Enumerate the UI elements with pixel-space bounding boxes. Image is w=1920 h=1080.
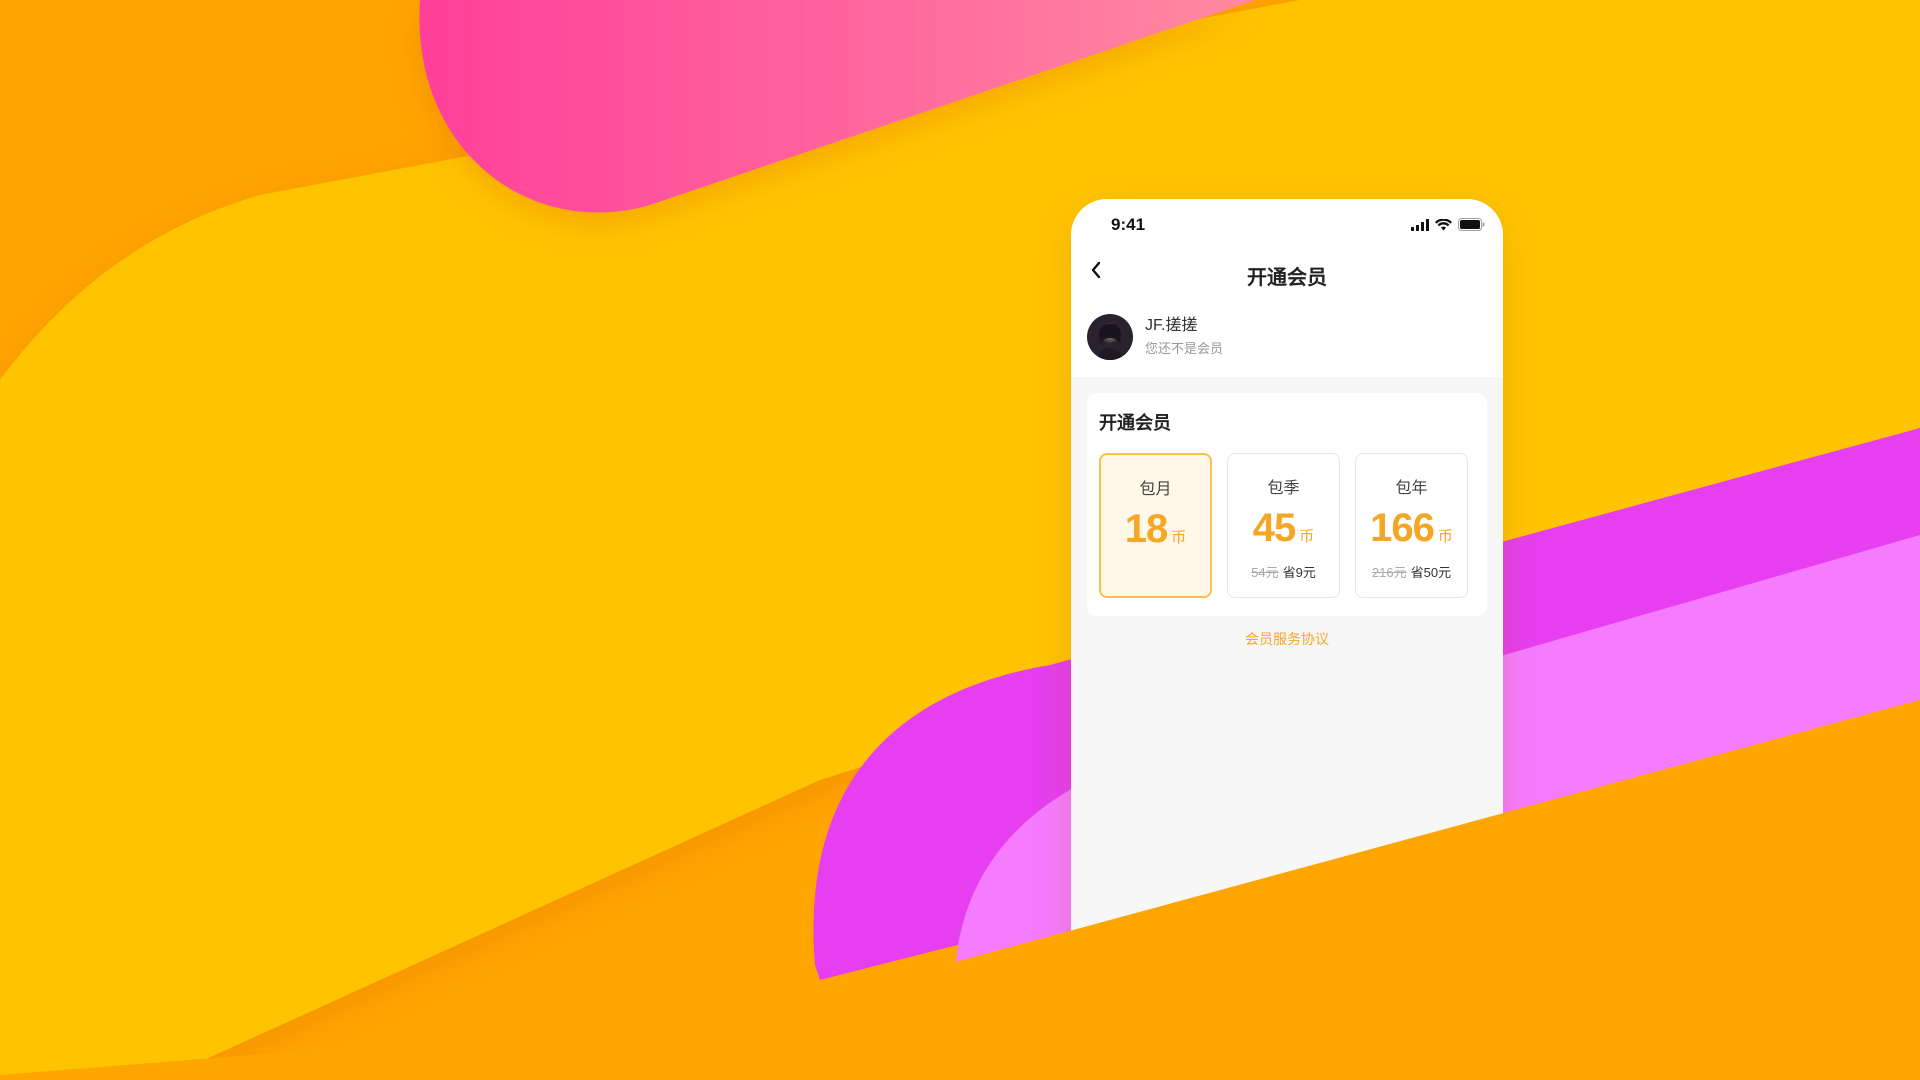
plan-name: 包年	[1395, 480, 1428, 497]
price-unit: 币	[1437, 528, 1453, 545]
user-text: JF.搓搓 您还不是会员	[1145, 316, 1223, 358]
nav-bar: 开通会员	[1071, 249, 1503, 295]
wifi-icon	[1435, 218, 1452, 236]
plan-discount: 216元 省50元	[1356, 562, 1467, 581]
plan-name: 包月	[1139, 481, 1172, 498]
user-info: JF.搓搓 您还不是会员	[1087, 313, 1223, 361]
price-amount: 45	[1252, 506, 1296, 550]
plan-price: 18 币	[1101, 507, 1210, 552]
avatar	[1087, 314, 1133, 360]
saving-amount: 省9元	[1282, 565, 1316, 580]
battery-icon	[1458, 218, 1485, 236]
phone-mockup: 9:41 开通会员 JF.搓搓 您还不是会员 开通会员 包月 18 币 包季 4…	[1071, 199, 1503, 959]
plan-price: 45 币	[1228, 506, 1339, 551]
header-area: 9:41 开通会员 JF.搓搓 您还不是会员	[1071, 199, 1503, 377]
price-amount: 18	[1124, 507, 1168, 551]
price-unit: 币	[1171, 529, 1187, 546]
signal-icon	[1411, 218, 1429, 236]
page-title: 开通会员	[1247, 267, 1327, 289]
plan-option-yearly[interactable]: 包年 166 币 216元 省50元	[1355, 453, 1468, 598]
status-icons	[1411, 218, 1485, 236]
membership-agreement-link[interactable]: 会员服务协议	[1071, 629, 1503, 649]
plan-discount: 54元 省9元	[1228, 562, 1339, 581]
status-bar: 9:41	[1071, 199, 1503, 249]
price-amount: 166	[1370, 506, 1435, 550]
membership-status: 您还不是会员	[1145, 341, 1224, 356]
plan-option-monthly[interactable]: 包月 18 币	[1099, 453, 1212, 598]
price-unit: 币	[1299, 528, 1315, 545]
original-price: 216元	[1371, 565, 1407, 580]
background-shapes	[0, 0, 1920, 1080]
plan-option-quarterly[interactable]: 包季 45 币 54元 省9元	[1227, 453, 1340, 598]
plan-price: 166 币	[1356, 506, 1467, 551]
original-price: 54元	[1251, 565, 1279, 580]
plan-options: 包月 18 币 包季 45 币 54元 省9元 包年 166 币 216元 省5…	[1099, 453, 1468, 598]
membership-card: 开通会员 包月 18 币 包季 45 币 54元 省9元 包年 166 币 21…	[1087, 393, 1487, 616]
membership-title: 开通会员	[1099, 413, 1171, 433]
user-name: JF.搓搓	[1145, 317, 1198, 334]
status-time: 9:41	[1111, 215, 1146, 234]
plan-name: 包季	[1267, 480, 1300, 497]
saving-amount: 省50元	[1410, 565, 1452, 580]
